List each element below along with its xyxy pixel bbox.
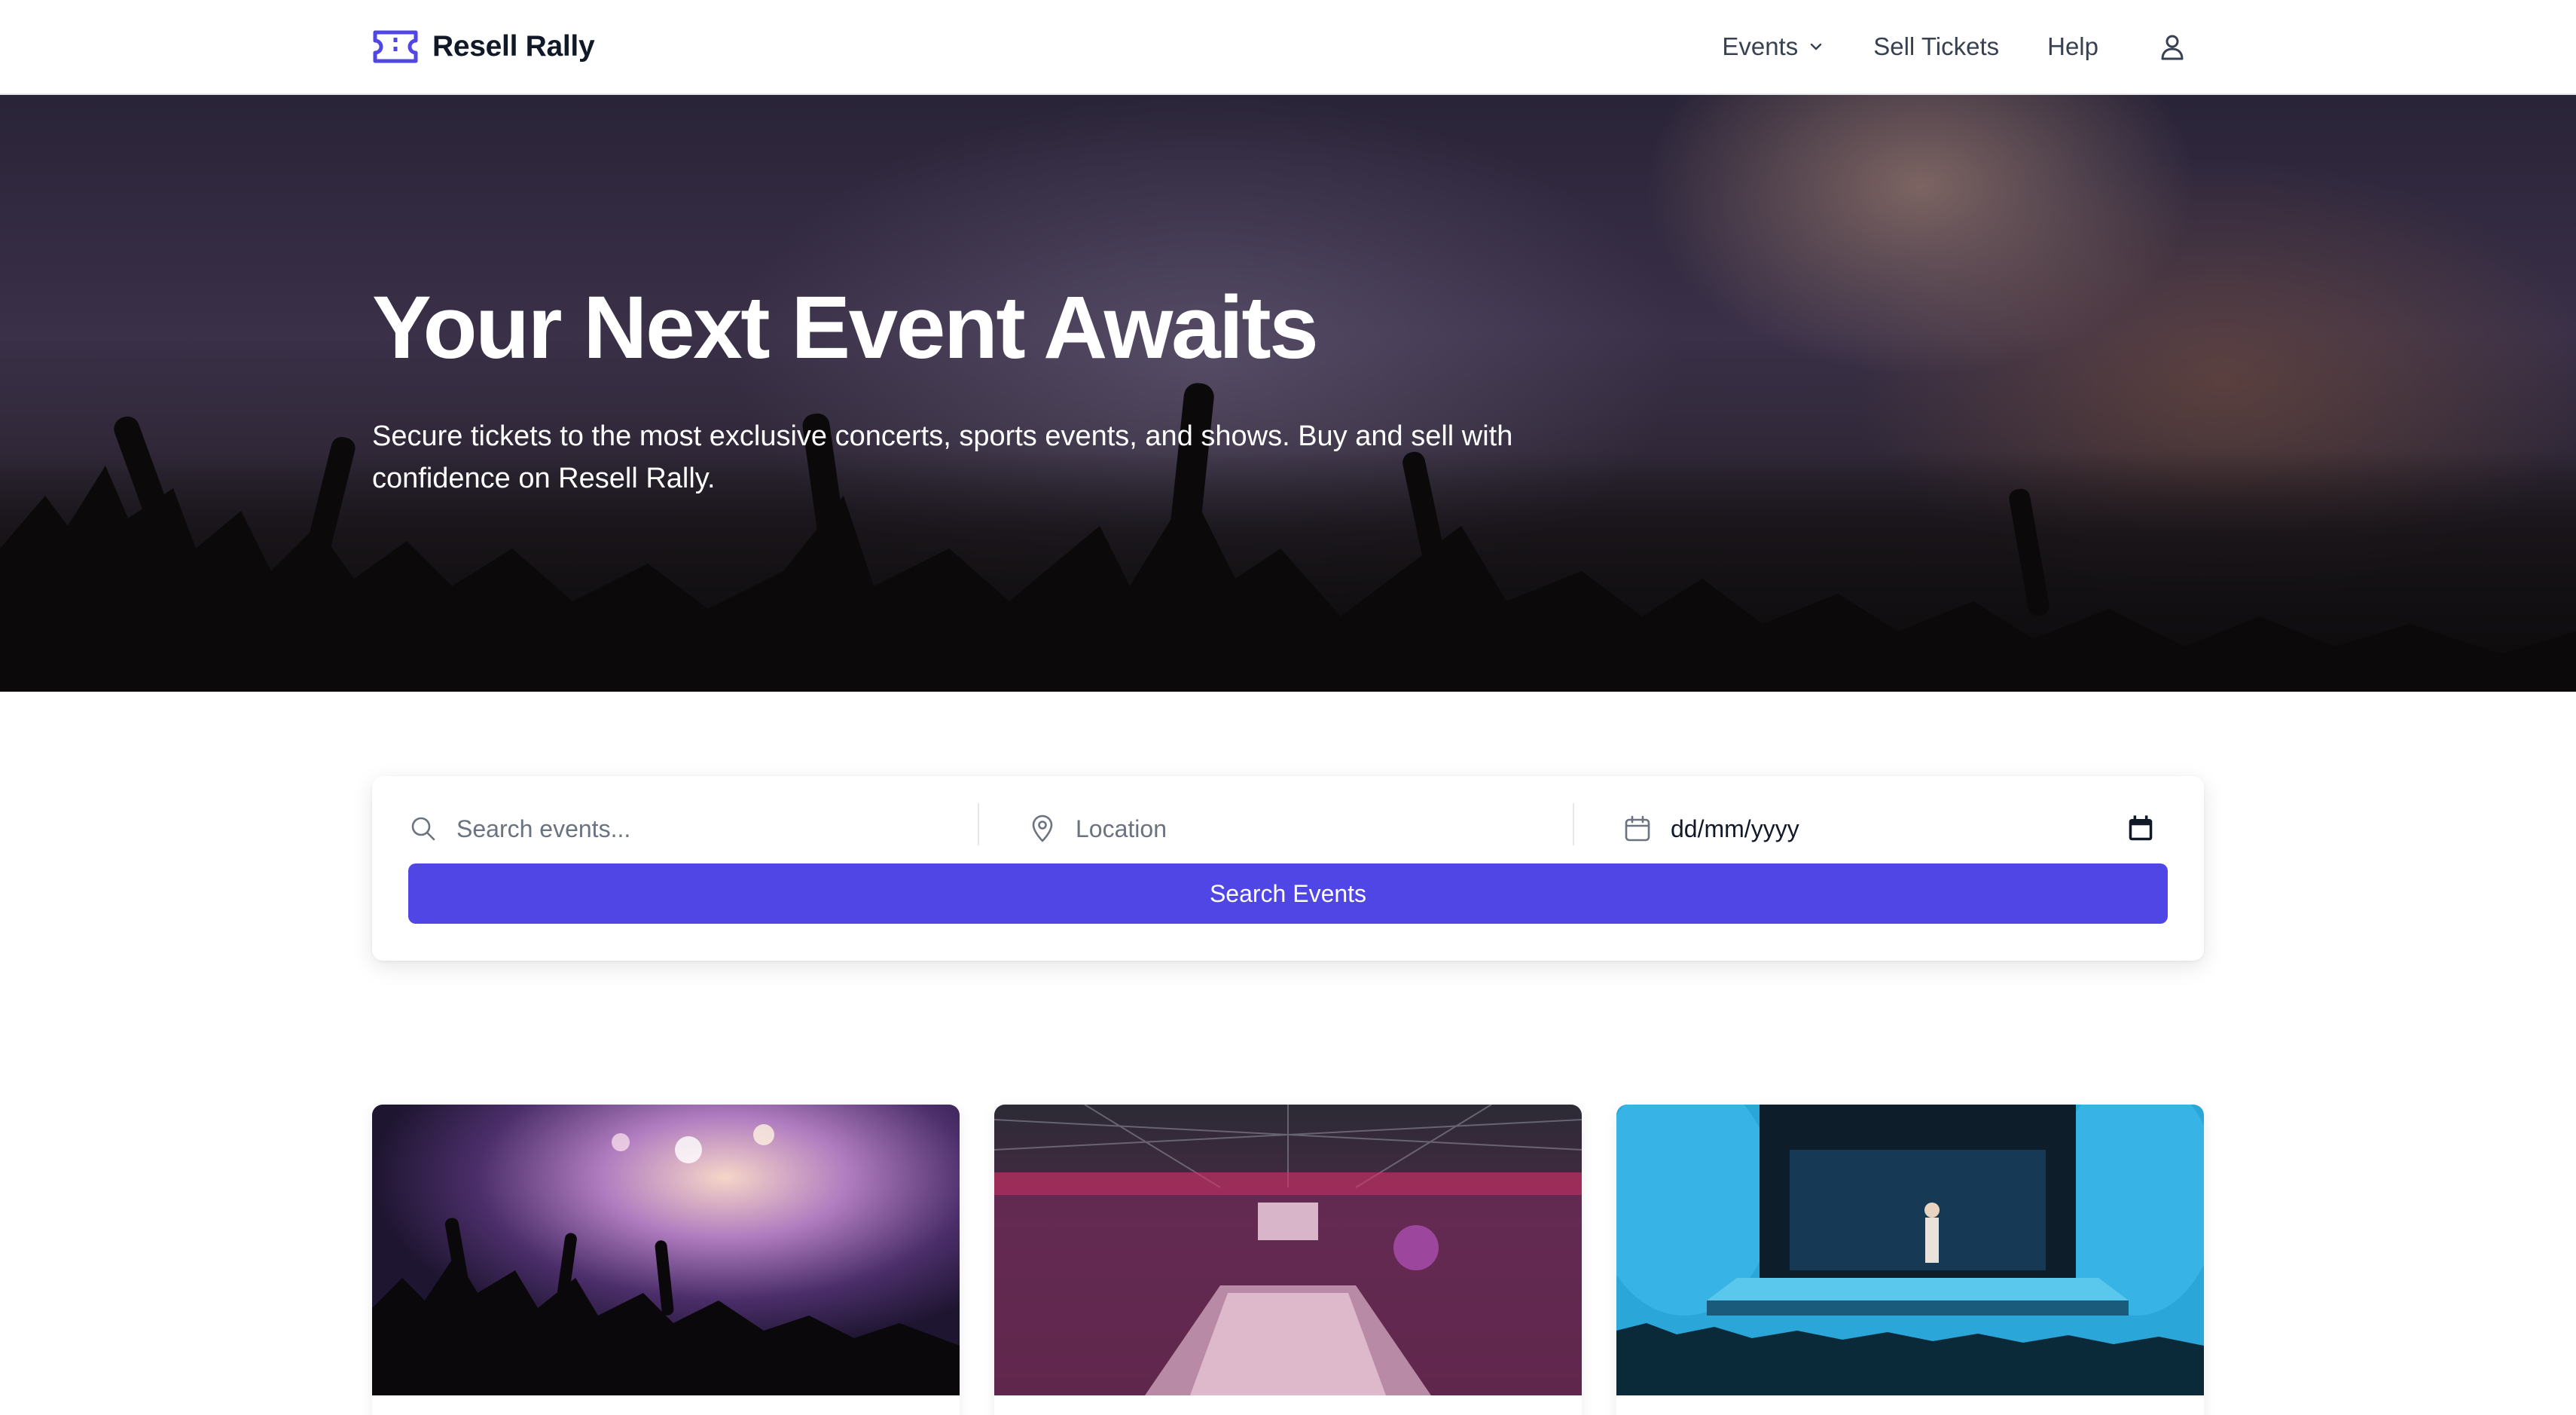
- brand-name: Resell Rally: [432, 30, 595, 63]
- location-field: [1027, 805, 1600, 853]
- nav-help[interactable]: Help: [2047, 32, 2098, 61]
- ticket-icon: [373, 30, 418, 63]
- field-divider: [1573, 803, 1574, 845]
- nav-sell-tickets[interactable]: Sell Tickets: [1873, 32, 1999, 61]
- search-input[interactable]: [456, 814, 908, 843]
- arena-image: [994, 1105, 1582, 1395]
- search-panel: dd/mm/yyyy Search Events: [372, 776, 2204, 961]
- field-divider: [978, 803, 979, 845]
- chevron-down-icon: [1811, 43, 1822, 50]
- main-nav: Events Sell Tickets Help: [1722, 23, 2187, 71]
- event-card[interactable]: [372, 1105, 960, 1415]
- hero-banner: Your Next Event Awaits Secure tickets to…: [0, 95, 2576, 692]
- site-header: Resell Rally Events Sell Tickets Help: [0, 0, 2576, 95]
- hero-title: Your Next Event Awaits: [372, 278, 1319, 377]
- calendar-picker-icon[interactable]: [2126, 814, 2156, 844]
- date-input-value[interactable]: dd/mm/yyyy: [1671, 815, 1799, 843]
- search-events-button[interactable]: Search Events: [408, 863, 2168, 924]
- map-pin-icon: [1032, 814, 1053, 842]
- nav-sell-tickets-label: Sell Tickets: [1873, 32, 2000, 60]
- nav-help-label: Help: [2047, 32, 2098, 60]
- event-card[interactable]: [1616, 1105, 2204, 1415]
- search-field: [408, 805, 966, 853]
- user-icon[interactable]: [2157, 32, 2187, 62]
- theater-stage-image: [1616, 1105, 2204, 1395]
- event-card[interactable]: [994, 1105, 1582, 1415]
- hero-subtitle: Secure tickets to the most exclusive con…: [372, 420, 1513, 494]
- date-field[interactable]: dd/mm/yyyy: [1622, 805, 2172, 853]
- nav-events[interactable]: Events: [1722, 32, 1825, 61]
- concert-crowd-image: [372, 1105, 960, 1395]
- calendar-icon: [1625, 815, 1650, 842]
- search-icon: [411, 817, 435, 841]
- nav-events-label: Events: [1722, 32, 1799, 60]
- location-input[interactable]: [1076, 814, 1528, 843]
- brand-logo[interactable]: Resell Rally: [372, 26, 595, 68]
